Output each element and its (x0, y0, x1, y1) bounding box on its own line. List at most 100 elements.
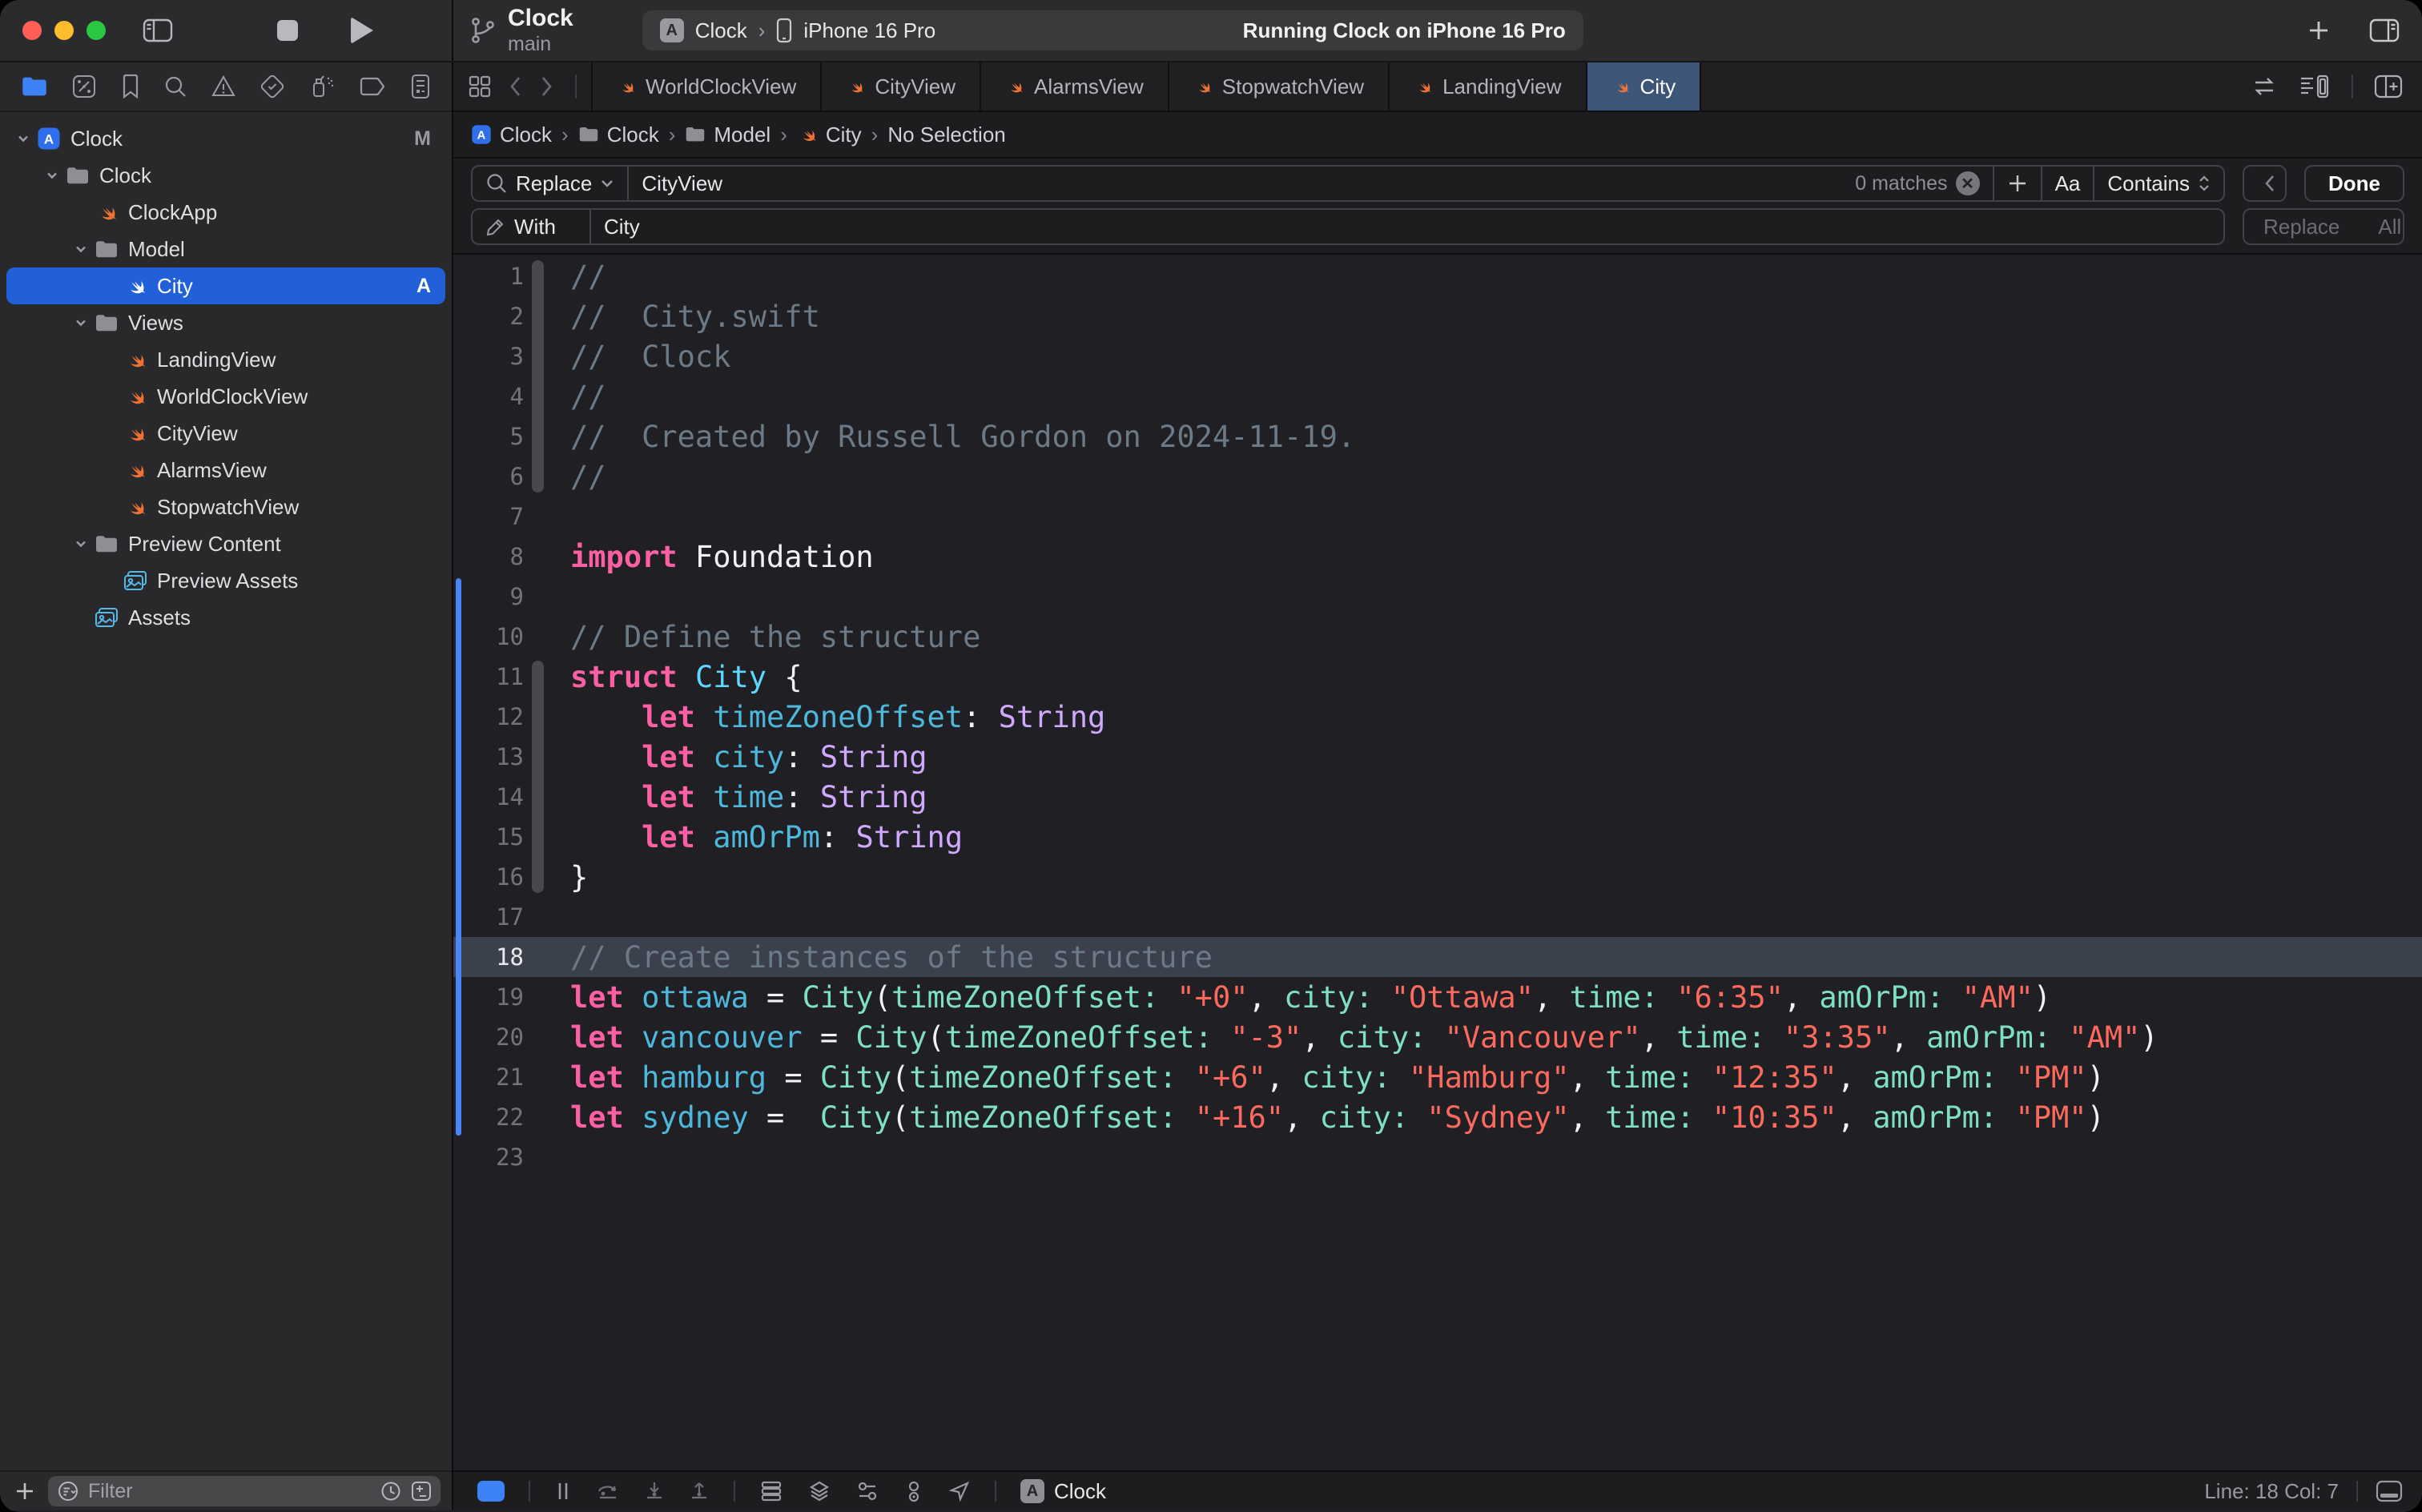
project-navigator-icon[interactable] (21, 75, 48, 98)
editor-layout-grid-icon[interactable] (468, 74, 492, 99)
code-line-3[interactable]: 3// Clock (453, 336, 2422, 376)
code-line-11[interactable]: 11struct City { (453, 657, 2422, 697)
code-line-21[interactable]: 21let hamburg = City(timeZoneOffset: "+6… (453, 1057, 2422, 1097)
tree-item-preview-assets[interactable]: Preview Assets (6, 562, 445, 599)
code-line-9[interactable]: 9 (453, 577, 2422, 617)
debug-memory-graph-icon[interactable] (807, 1480, 831, 1502)
tab-worldclockview[interactable]: WorldClockView (591, 62, 820, 111)
debug-navigator-icon[interactable] (309, 74, 336, 99)
done-button[interactable]: Done (2304, 165, 2404, 202)
tree-item-views[interactable]: Views (6, 304, 445, 341)
tab-alarmsview[interactable]: AlarmsView (980, 62, 1168, 111)
tree-item-clockapp[interactable]: ClockApp (6, 194, 445, 231)
tree-item-clock[interactable]: AClockM (6, 120, 445, 157)
bookmarks-navigator-icon[interactable] (121, 74, 140, 99)
tree-item-assets[interactable]: Assets (6, 599, 445, 636)
step-out-icon[interactable] (689, 1480, 710, 1502)
issues-navigator-icon[interactable] (211, 74, 236, 99)
tree-item-city[interactable]: CityA (6, 267, 445, 304)
replace-field[interactable]: With City (471, 208, 2225, 245)
tests-navigator-icon[interactable] (260, 74, 285, 99)
go-forward-icon[interactable] (540, 74, 554, 99)
zoom-window-button[interactable] (86, 21, 106, 40)
breadcrumb-item-model[interactable]: Model (685, 123, 770, 147)
pause-execution-icon[interactable] (554, 1480, 572, 1502)
scope-dropdown[interactable]: Contains (2094, 167, 2223, 200)
replace-input[interactable]: City (591, 215, 2223, 239)
code-line-6[interactable]: 6// (453, 456, 2422, 497)
reports-navigator-icon[interactable] (410, 74, 431, 99)
tab-landingview[interactable]: LandingView (1388, 62, 1585, 111)
toggle-debug-area-icon[interactable] (2376, 1480, 2403, 1502)
code-line-4[interactable]: 4// (453, 376, 2422, 416)
code-line-22[interactable]: 22let sydney = City(timeZoneOffset: "+16… (453, 1097, 2422, 1137)
code-line-10[interactable]: 10// Define the structure (453, 617, 2422, 657)
scheme-device[interactable]: iPhone 16 Pro (803, 18, 935, 43)
tree-item-alarmsview[interactable]: AlarmsView (6, 452, 445, 489)
disclosure-chevron-icon[interactable] (72, 315, 90, 331)
recent-files-clock-icon[interactable] (380, 1480, 402, 1502)
environment-overrides-icon[interactable] (855, 1480, 879, 1502)
tab-cityview[interactable]: CityView (820, 62, 980, 111)
code-line-15[interactable]: 15 let amOrPm: String (453, 817, 2422, 857)
code-line-2[interactable]: 2// City.swift (453, 296, 2422, 336)
code-line-19[interactable]: 19let ottawa = City(timeZoneOffset: "+0"… (453, 977, 2422, 1017)
go-back-icon[interactable] (508, 74, 522, 99)
code-line-14[interactable]: 14 let time: String (453, 777, 2422, 817)
runtime-issues-icon[interactable] (903, 1480, 924, 1502)
tree-item-worldclockview[interactable]: WorldClockView (6, 378, 445, 415)
breakpoints-navigator-icon[interactable] (360, 76, 387, 97)
tree-item-stopwatchview[interactable]: StopwatchView (6, 489, 445, 525)
source-control-status-filter-icon[interactable] (410, 1480, 432, 1502)
toggle-right-sidebar-icon[interactable] (2369, 18, 2400, 42)
step-into-icon[interactable] (644, 1480, 665, 1502)
find-mode-label[interactable]: Replace (516, 171, 592, 196)
tab-stopwatchview[interactable]: StopwatchView (1168, 62, 1388, 111)
replace-button[interactable]: Replace (2244, 210, 2359, 243)
code-line-7[interactable]: 7 (453, 497, 2422, 537)
tree-item-landingview[interactable]: LandingView (6, 341, 445, 378)
tree-item-cityview[interactable]: CityView (6, 415, 445, 452)
find-previous-icon[interactable] (2244, 167, 2287, 200)
navigator-filter-field[interactable]: Filter (48, 1476, 441, 1506)
add-search-criteria-icon[interactable] (2007, 173, 2028, 194)
find-navigator-icon[interactable] (163, 74, 187, 99)
source-editor[interactable]: 1//2// City.swift3// Clock4//5// Created… (453, 255, 2422, 1470)
disclosure-chevron-icon[interactable] (72, 536, 90, 552)
code-line-16[interactable]: 16} (453, 857, 2422, 897)
code-line-20[interactable]: 20let vancouver = City(timeZoneOffset: "… (453, 1017, 2422, 1057)
run-button[interactable] (351, 17, 373, 44)
toolbar-plus-icon[interactable] (2307, 18, 2331, 42)
find-field[interactable]: Replace CityView 0 matches ✕ (471, 165, 2225, 202)
minimize-window-button[interactable] (54, 21, 74, 40)
running-process-chip[interactable]: A Clock (1020, 1479, 1106, 1504)
tree-item-preview-content[interactable]: Preview Content (6, 525, 445, 562)
disclosure-chevron-icon[interactable] (43, 167, 61, 183)
debug-view-hierarchy-icon[interactable] (759, 1480, 783, 1502)
stop-button[interactable] (277, 20, 298, 41)
code-line-5[interactable]: 5// Created by Russell Gordon on 2024-11… (453, 416, 2422, 456)
tree-item-clock[interactable]: Clock (6, 157, 445, 194)
toggle-left-sidebar-icon[interactable] (143, 18, 173, 42)
replace-all-button[interactable]: All (2359, 210, 2404, 243)
code-line-13[interactable]: 13 let city: String (453, 737, 2422, 777)
source-control-navigator-icon[interactable] (71, 74, 97, 99)
tab-city[interactable]: City (1586, 62, 1702, 111)
code-line-18[interactable]: 18// Create instances of the structure (453, 937, 2422, 977)
match-case-button[interactable]: Aa (2055, 171, 2081, 196)
code-line-1[interactable]: 1// (453, 256, 2422, 296)
code-line-12[interactable]: 12 let timeZoneOffset: String (453, 697, 2422, 737)
scheme-target[interactable]: Clock (695, 18, 747, 43)
add-editor-split-icon[interactable] (2374, 74, 2403, 99)
step-over-icon[interactable] (596, 1480, 620, 1502)
add-file-icon[interactable] (14, 1481, 35, 1502)
breadcrumb-item-clock[interactable]: AClock (471, 123, 552, 147)
breadcrumb-item-clock[interactable]: Clock (578, 123, 659, 147)
code-line-17[interactable]: 17 (453, 897, 2422, 937)
breadcrumb-item-city[interactable]: City (797, 123, 862, 147)
related-files-swap-icon[interactable] (2251, 74, 2278, 99)
minimap-toggle-icon[interactable] (2299, 74, 2331, 99)
code-line-8[interactable]: 8import Foundation (453, 537, 2422, 577)
breadcrumb-item-no-selection[interactable]: No Selection (887, 123, 1005, 147)
disclosure-chevron-icon[interactable] (14, 131, 32, 147)
